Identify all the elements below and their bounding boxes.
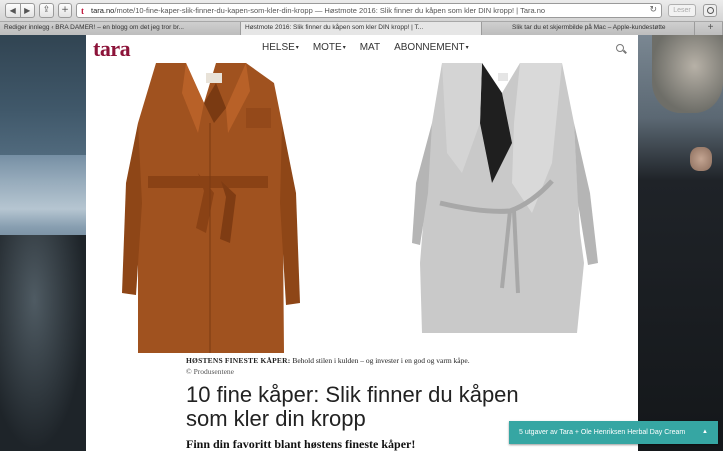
image-caption: HØSTENS FINESTE KÅPER: Behold stilen i k…: [186, 355, 626, 366]
site-header: tara HELSE▾ MOTE▾ MAT ABONNEMENT▾: [86, 35, 638, 63]
chevron-down-icon: ▾: [465, 45, 469, 51]
tara-favicon-icon: t: [81, 6, 84, 16]
hero-image: [86, 63, 638, 353]
grey-coat-image: [362, 63, 638, 353]
reader-button[interactable]: Leser: [668, 4, 696, 17]
chevron-up-icon: ▲: [702, 429, 708, 435]
caption-title: HØSTENS FINESTE KÅPER:: [186, 356, 291, 365]
subscription-promo-button[interactable]: 5 utgaver av Tara + Ole Henriksen Herbal…: [509, 421, 718, 444]
chevron-down-icon: ▾: [342, 45, 346, 51]
nav-item-helse[interactable]: HELSE▾: [262, 42, 299, 53]
nav-item-mat[interactable]: MAT: [360, 42, 380, 53]
reload-icon[interactable]: ↻: [649, 4, 657, 17]
address-url: tara.no/mote/10-fine-kaper-slik-finner-d…: [91, 6, 546, 15]
tara-logo[interactable]: tara: [93, 36, 131, 62]
downloads-icon[interactable]: [703, 4, 717, 17]
back-button[interactable]: ◀: [6, 4, 20, 17]
grey-coat-illustration: [412, 63, 598, 333]
web-page: tara HELSE▾ MOTE▾ MAT ABONNEMENT▾ HØSTEN…: [0, 35, 723, 451]
brown-coat-illustration: [122, 63, 300, 353]
nav-item-abonnement[interactable]: ABONNEMENT▾: [394, 42, 469, 53]
back-forward-buttons: ◀ ▶: [5, 3, 35, 18]
background-rocks: [0, 235, 86, 451]
address-bar[interactable]: t tara.no/mote/10-fine-kaper-slik-finner…: [76, 3, 662, 18]
main-content: tara HELSE▾ MOTE▾ MAT ABONNEMENT▾ HØSTEN…: [86, 35, 638, 451]
add-tab-button[interactable]: +: [695, 22, 723, 35]
new-tab-button[interactable]: +: [58, 3, 72, 18]
forward-button[interactable]: ▶: [19, 4, 35, 17]
image-credit: © Produsentene: [186, 367, 234, 376]
background-face: [652, 35, 723, 113]
chevron-down-icon: ▾: [295, 45, 299, 51]
search-icon[interactable]: [616, 44, 626, 54]
tab-hostmote-2016[interactable]: Høstmote 2016: Slik finner du kåpen som …: [241, 22, 482, 35]
caption-text: Behold stilen i kulden – og invester i e…: [292, 356, 470, 365]
tab-bar: Rediger innlegg ‹ BRA DAMER! – en blogg …: [0, 22, 723, 35]
main-nav: HELSE▾ MOTE▾ MAT ABONNEMENT▾: [262, 42, 469, 53]
brown-coat-image: [86, 63, 360, 353]
article-subhead: Finn din favoritt blant høstens fineste …: [186, 437, 416, 451]
browser-toolbar: ◀ ▶ ⇪ + t tara.no/mote/10-fine-kaper-sli…: [0, 0, 723, 22]
tab-rediger-innlegg[interactable]: Rediger innlegg ‹ BRA DAMER! – en blogg …: [0, 22, 241, 35]
tab-skjermbilde-mac[interactable]: Slik tar du et skjermbilde på Mac – Appl…: [482, 22, 695, 35]
background-hand: [690, 147, 712, 171]
nav-item-mote[interactable]: MOTE▾: [313, 42, 346, 53]
promo-label: 5 utgaver av Tara + Ole Henriksen Herbal…: [519, 429, 686, 436]
share-button[interactable]: ⇪: [39, 3, 54, 18]
